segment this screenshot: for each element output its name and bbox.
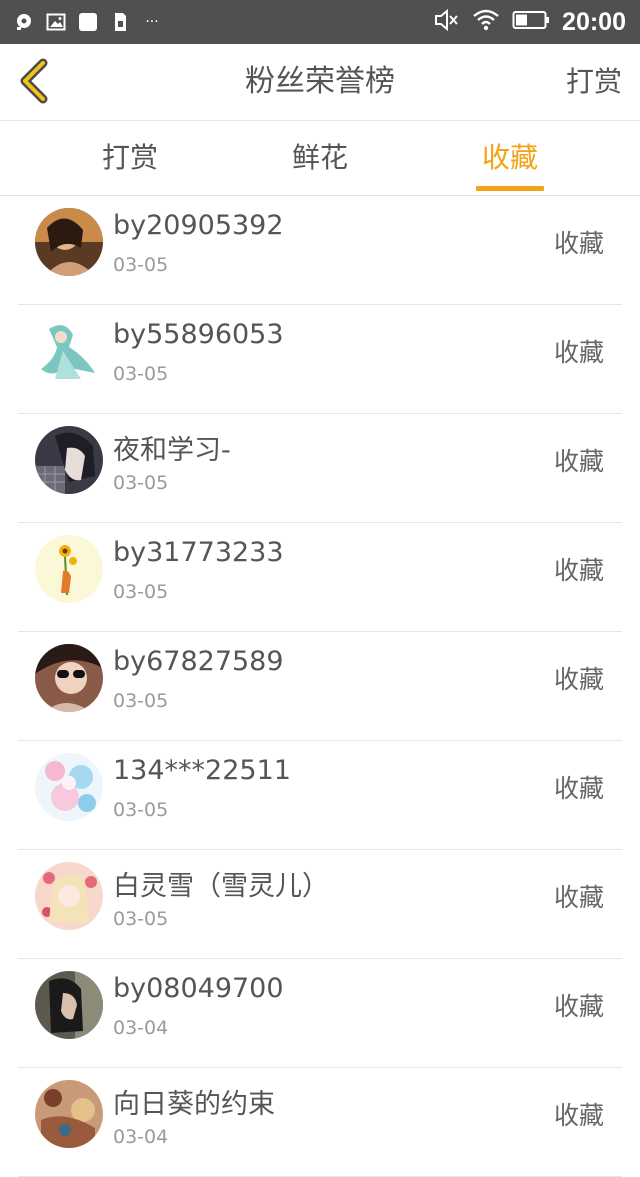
action-label: 收藏 [553,229,604,258]
fan-name: 134***22511 [113,755,291,786]
tab-bar: 打赏 鲜花 收藏 [0,121,640,196]
action-label: 收藏 [553,556,604,585]
back-button[interactable] [14,56,54,106]
fan-date: 03-05 [113,908,169,930]
action-label: 收藏 [553,774,604,803]
fan-list: by20905392 03-05 收藏 by55896053 03-05 收藏 … [0,196,640,1177]
list-item[interactable]: by67827589 03-05 收藏 [18,632,622,741]
avatar [35,535,103,603]
list-item[interactable]: by55896053 03-05 收藏 [18,305,622,414]
fan-name: 夜和学习- [113,435,231,466]
fan-name: by31773233 [113,537,284,568]
square-icon [78,12,98,32]
tab-collect[interactable]: 收藏 [476,121,544,195]
avatar [35,862,103,930]
tab-label: 收藏 [481,141,538,174]
fan-date: 03-05 [113,472,169,494]
tab-label: 鲜花 [291,141,348,174]
action-label: 收藏 [553,1101,604,1130]
reward-button[interactable]: 打赏 [566,44,622,120]
avatar [35,753,103,821]
action-label: 收藏 [553,338,604,367]
list-item[interactable]: by20905392 03-05 收藏 [18,196,622,305]
list-item[interactable]: 134***22511 03-05 收藏 [18,741,622,850]
fan-name: 向日葵的约束 [113,1089,275,1120]
wifi-icon [472,8,500,36]
more-icon: ··· [145,14,159,30]
status-left-icons: ··· [14,10,162,34]
avatar [35,317,103,385]
action-label: 收藏 [553,447,604,476]
tab-label: 打赏 [101,141,158,174]
status-bar: ··· 20:00 [0,0,640,44]
list-item[interactable]: by08049700 03-04 收藏 [18,959,622,1068]
fan-name: by20905392 [113,210,284,241]
fan-date: 03-04 [113,1126,169,1148]
status-time: 20:00 [562,7,626,36]
action-label: 收藏 [553,665,604,694]
fan-date: 03-05 [113,581,169,603]
battery-icon [512,9,550,35]
fan-date: 03-05 [113,363,169,385]
tab-flowers[interactable]: 鲜花 [278,121,362,195]
mute-icon [434,8,460,36]
sim-icon [110,12,130,32]
active-tab-indicator [476,186,544,191]
action-label: 收藏 [553,992,604,1021]
page-title: 粉丝荣誉榜 [245,64,395,99]
fan-name: by08049700 [113,973,284,1004]
fan-name: 白灵雪（雪灵儿） [113,871,329,902]
action-label: 收藏 [553,883,604,912]
list-item[interactable]: 白灵雪（雪灵儿） 03-05 收藏 [18,850,622,959]
chevron-left-icon [20,58,48,104]
avatar [35,208,103,276]
status-right-icons: 20:00 [434,6,626,38]
fan-date: 03-05 [113,690,169,712]
list-item[interactable]: 向日葵的约束 03-04 收藏 [18,1068,622,1177]
tab-reward[interactable]: 打赏 [88,121,172,195]
list-item[interactable]: 夜和学习- 03-05 收藏 [18,414,622,523]
top-bar: 粉丝荣誉榜 打赏 [0,44,640,121]
avatar [35,644,103,712]
fan-date: 03-05 [113,799,169,821]
fan-name: by55896053 [113,319,284,350]
image-icon [46,12,66,32]
fan-date: 03-04 [113,1017,169,1039]
fan-date: 03-05 [113,254,169,276]
notification-icon [14,12,34,32]
avatar [35,971,103,1039]
list-item[interactable]: by31773233 03-05 收藏 [18,523,622,632]
fan-name: by67827589 [113,646,284,677]
avatar [35,426,103,494]
